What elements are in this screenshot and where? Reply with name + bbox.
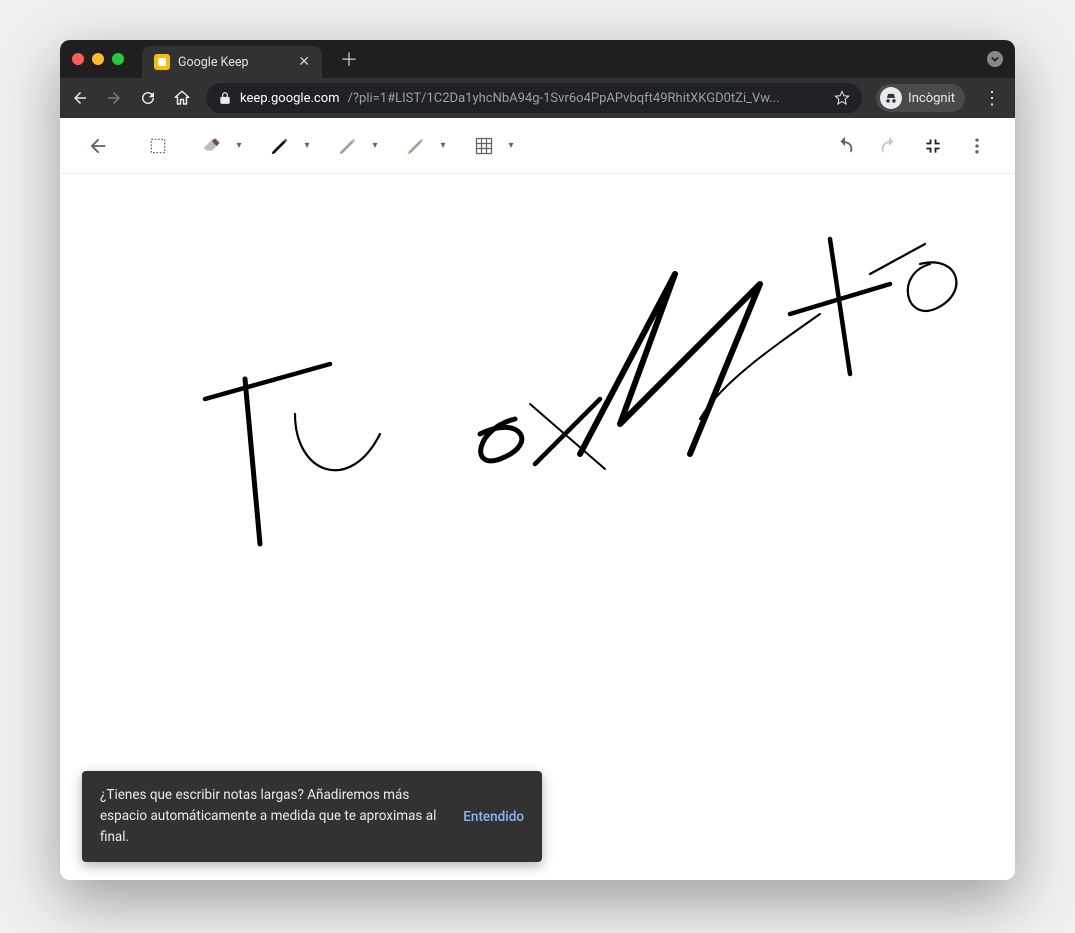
nav-home-button[interactable] xyxy=(172,88,192,108)
incognito-badge[interactable]: Incògnit xyxy=(876,84,965,112)
select-tool-group xyxy=(138,126,178,166)
url-domain: keep.google.com xyxy=(240,91,340,106)
eraser-tool-button[interactable] xyxy=(192,126,232,166)
tab-close-button[interactable]: ✕ xyxy=(298,55,310,69)
highlighter-tool-group: ▾ xyxy=(396,126,450,166)
handwriting-drawing xyxy=(60,174,1015,874)
window-minimize-button[interactable] xyxy=(92,53,104,65)
grid-tool-button[interactable] xyxy=(464,126,504,166)
drawing-back-button[interactable] xyxy=(78,126,118,166)
collapse-fullscreen-button[interactable] xyxy=(913,126,953,166)
redo-button[interactable] xyxy=(869,126,909,166)
pen-tool-button[interactable] xyxy=(260,126,300,166)
toast-action-button[interactable]: Entendido xyxy=(463,809,524,825)
drawing-canvas[interactable]: ¿Tienes que escribir notas largas? Añadi… xyxy=(60,174,1015,880)
eraser-tool-group: ▾ xyxy=(192,126,246,166)
marker-tool-group: ▾ xyxy=(328,126,382,166)
window-close-button[interactable] xyxy=(72,53,84,65)
browser-navbar: keep.google.com /?pli=1#LIST/1C2Da1yhcNb… xyxy=(60,78,1015,118)
highlighter-dropdown-icon[interactable]: ▾ xyxy=(436,140,450,151)
marker-tool-button[interactable] xyxy=(328,126,368,166)
nav-forward-button[interactable] xyxy=(104,88,124,108)
undo-button[interactable] xyxy=(825,126,865,166)
window-maximize-button[interactable] xyxy=(112,53,124,65)
eraser-dropdown-icon[interactable]: ▾ xyxy=(232,140,246,151)
browser-window: Google Keep ✕ ＋ keep.google.com /?pli=1#… xyxy=(60,40,1015,880)
select-tool-button[interactable] xyxy=(138,126,178,166)
drawing-toolbar: ▾ ▾ ▾ ▾ ▾ xyxy=(60,118,1015,174)
nav-reload-button[interactable] xyxy=(138,88,158,108)
grid-tool-group: ▾ xyxy=(464,126,518,166)
lock-icon xyxy=(218,91,232,105)
tab-overview-icon[interactable] xyxy=(987,51,1003,67)
incognito-icon xyxy=(880,87,902,109)
pen-tool-group: ▾ xyxy=(260,126,314,166)
incognito-label: Incògnit xyxy=(908,91,955,106)
url-path: /?pli=1#LIST/1C2Da1yhcNbA94g-1Svr6o4PpAP… xyxy=(348,91,780,106)
browser-tab[interactable]: Google Keep ✕ xyxy=(142,46,322,78)
window-titlebar: Google Keep ✕ ＋ xyxy=(60,40,1015,78)
nav-back-button[interactable] xyxy=(70,88,90,108)
more-options-button[interactable] xyxy=(957,126,997,166)
info-toast: ¿Tienes que escribir notas largas? Añadi… xyxy=(82,771,542,862)
keep-favicon-icon xyxy=(154,54,170,70)
browser-menu-button[interactable]: ⋮ xyxy=(979,88,1005,109)
grid-dropdown-icon[interactable]: ▾ xyxy=(504,140,518,151)
marker-dropdown-icon[interactable]: ▾ xyxy=(368,140,382,151)
window-controls xyxy=(72,53,124,65)
pen-dropdown-icon[interactable]: ▾ xyxy=(300,140,314,151)
tab-title: Google Keep xyxy=(178,55,290,70)
address-bar[interactable]: keep.google.com /?pli=1#LIST/1C2Da1yhcNb… xyxy=(206,83,862,113)
highlighter-tool-button[interactable] xyxy=(396,126,436,166)
toast-message: ¿Tienes que escribir notas largas? Añadi… xyxy=(100,785,439,848)
new-tab-button[interactable]: ＋ xyxy=(340,46,358,72)
bookmark-star-icon[interactable] xyxy=(834,90,850,106)
